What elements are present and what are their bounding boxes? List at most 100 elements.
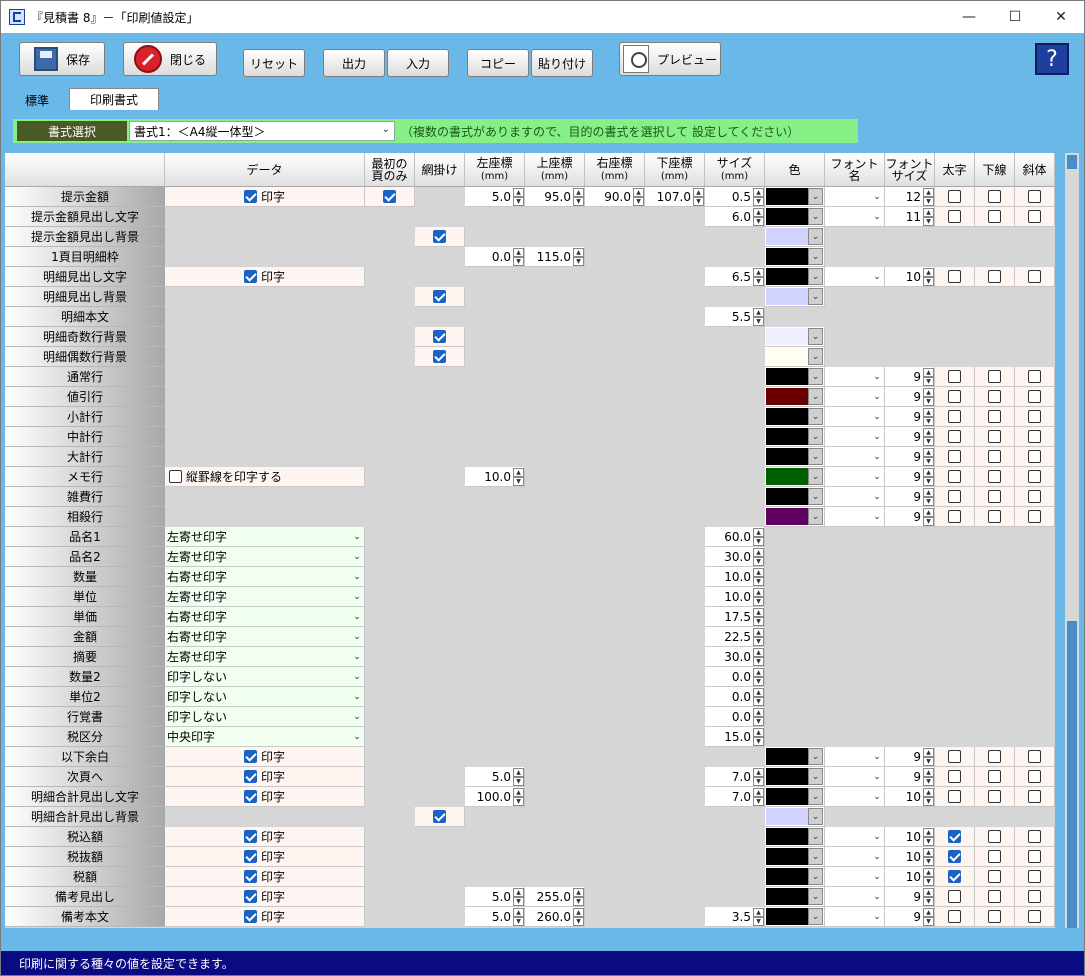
italic-checkbox[interactable]	[1028, 750, 1041, 763]
close-window-icon[interactable]: ✕	[1038, 1, 1084, 33]
output-button[interactable]: 出力	[323, 49, 385, 77]
top-field[interactable]: 115.0 ▲ ▼	[525, 247, 585, 267]
spinner-icon[interactable]: ▲ ▼	[923, 767, 934, 786]
spinner-icon[interactable]: ▲ ▼	[923, 847, 934, 866]
spinner-icon[interactable]: ▲ ▼	[513, 187, 524, 206]
print-checkbox[interactable]	[243, 770, 257, 783]
color-picker[interactable]: ⌄	[765, 487, 825, 507]
spinner-icon[interactable]: ▲ ▼	[633, 187, 644, 206]
left-field[interactable]: 5.0 ▲ ▼	[465, 767, 525, 787]
size-field[interactable]: 17.5 ▲ ▼	[705, 607, 765, 627]
spinner-icon[interactable]: ▲ ▼	[753, 207, 764, 226]
font-name-select[interactable]: ⌄	[825, 907, 885, 927]
font-size-field[interactable]: 10 ▲ ▼	[885, 847, 935, 867]
size-field[interactable]: 10.0 ▲ ▼	[705, 567, 765, 587]
spinner-icon[interactable]: ▲ ▼	[753, 727, 764, 746]
alignment-select[interactable]: 印字しない ⌄	[165, 667, 365, 687]
top-field[interactable]: 255.0 ▲ ▼	[525, 887, 585, 907]
bold-checkbox[interactable]	[948, 830, 961, 843]
font-size-field[interactable]: 11 ▲ ▼	[885, 207, 935, 227]
font-name-select[interactable]: ⌄	[825, 827, 885, 847]
save-button[interactable]: 保存	[19, 42, 105, 76]
spinner-icon[interactable]: ▲ ▼	[513, 247, 524, 266]
spinner-icon[interactable]: ▲ ▼	[753, 187, 764, 206]
size-field[interactable]: 0.0 ▲ ▼	[705, 667, 765, 687]
italic-checkbox[interactable]	[1028, 910, 1041, 923]
left-field[interactable]: 5.0 ▲ ▼	[465, 887, 525, 907]
spinner-icon[interactable]: ▲ ▼	[923, 467, 934, 486]
spinner-icon[interactable]: ▲ ▼	[753, 567, 764, 586]
vertical-scrollbar[interactable]	[1065, 153, 1079, 928]
font-name-select[interactable]: ⌄	[825, 847, 885, 867]
font-size-field[interactable]: 10 ▲ ▼	[885, 787, 935, 807]
bold-checkbox[interactable]	[948, 750, 961, 763]
color-picker[interactable]: ⌄	[765, 367, 825, 387]
input-button[interactable]: 入力	[387, 49, 449, 77]
font-name-select[interactable]: ⌄	[825, 407, 885, 427]
color-picker[interactable]: ⌄	[765, 227, 825, 247]
print-checkbox[interactable]	[243, 270, 257, 283]
bold-checkbox[interactable]	[948, 510, 961, 523]
size-field[interactable]: 6.5 ▲ ▼	[705, 267, 765, 287]
spinner-icon[interactable]: ▲ ▼	[573, 247, 584, 266]
bold-checkbox[interactable]	[948, 910, 961, 923]
font-name-select[interactable]: ⌄	[825, 767, 885, 787]
bold-checkbox[interactable]	[948, 470, 961, 483]
size-field[interactable]: 22.5 ▲ ▼	[705, 627, 765, 647]
font-size-field[interactable]: 9 ▲ ▼	[885, 407, 935, 427]
font-name-select[interactable]: ⌄	[825, 187, 885, 207]
size-field[interactable]: 0.0 ▲ ▼	[705, 707, 765, 727]
mesh-checkbox[interactable]	[433, 810, 446, 823]
print-checkbox[interactable]	[243, 830, 257, 843]
spinner-icon[interactable]: ▲ ▼	[753, 267, 764, 286]
font-size-field[interactable]: 12 ▲ ▼	[885, 187, 935, 207]
mesh-checkbox[interactable]	[433, 230, 446, 243]
color-picker[interactable]: ⌄	[765, 867, 825, 887]
under-checkbox[interactable]	[988, 510, 1001, 523]
spinner-icon[interactable]: ▲ ▼	[923, 447, 934, 466]
print-checkbox[interactable]	[243, 190, 257, 203]
under-checkbox[interactable]	[988, 830, 1001, 843]
spinner-icon[interactable]: ▲ ▼	[923, 487, 934, 506]
bold-checkbox[interactable]	[948, 450, 961, 463]
spinner-icon[interactable]: ▲ ▼	[753, 627, 764, 646]
format-select[interactable]: 書式1：＜A4縦一体型＞ ⌄	[129, 121, 395, 141]
under-checkbox[interactable]	[988, 410, 1001, 423]
print-checkbox[interactable]	[243, 910, 257, 923]
italic-checkbox[interactable]	[1028, 370, 1041, 383]
alignment-select[interactable]: 印字しない ⌄	[165, 687, 365, 707]
left-field[interactable]: 0.0 ▲ ▼	[465, 247, 525, 267]
font-size-field[interactable]: 9 ▲ ▼	[885, 367, 935, 387]
color-picker[interactable]: ⌄	[765, 747, 825, 767]
tab-print-format[interactable]: 印刷書式	[69, 88, 160, 110]
bold-checkbox[interactable]	[948, 270, 961, 283]
spinner-icon[interactable]: ▲ ▼	[753, 547, 764, 566]
font-size-field[interactable]: 10 ▲ ▼	[885, 827, 935, 847]
under-checkbox[interactable]	[988, 470, 1001, 483]
mesh-checkbox[interactable]	[433, 330, 446, 343]
bold-checkbox[interactable]	[948, 410, 961, 423]
color-picker[interactable]: ⌄	[765, 327, 825, 347]
under-checkbox[interactable]	[988, 790, 1001, 803]
print-checkbox[interactable]	[243, 850, 257, 863]
spinner-icon[interactable]: ▲ ▼	[513, 467, 524, 486]
spinner-icon[interactable]: ▲ ▼	[753, 707, 764, 726]
spinner-icon[interactable]: ▲ ▼	[923, 747, 934, 766]
alignment-select[interactable]: 右寄せ印字 ⌄	[165, 567, 365, 587]
color-picker[interactable]: ⌄	[765, 787, 825, 807]
under-checkbox[interactable]	[988, 490, 1001, 503]
alignment-select[interactable]: 右寄せ印字 ⌄	[165, 627, 365, 647]
spinner-icon[interactable]: ▲ ▼	[753, 767, 764, 786]
bold-checkbox[interactable]	[948, 210, 961, 223]
tab-standard[interactable]: 標準	[5, 90, 70, 110]
spinner-icon[interactable]: ▲ ▼	[923, 427, 934, 446]
spinner-icon[interactable]: ▲ ▼	[923, 787, 934, 806]
alignment-select[interactable]: 左寄せ印字 ⌄	[165, 547, 365, 567]
size-field[interactable]: 10.0 ▲ ▼	[705, 587, 765, 607]
font-name-select[interactable]: ⌄	[825, 787, 885, 807]
spinner-icon[interactable]: ▲ ▼	[753, 307, 764, 326]
color-picker[interactable]: ⌄	[765, 187, 825, 207]
under-checkbox[interactable]	[988, 770, 1001, 783]
spinner-icon[interactable]: ▲ ▼	[753, 527, 764, 546]
spinner-icon[interactable]: ▲ ▼	[513, 887, 524, 906]
